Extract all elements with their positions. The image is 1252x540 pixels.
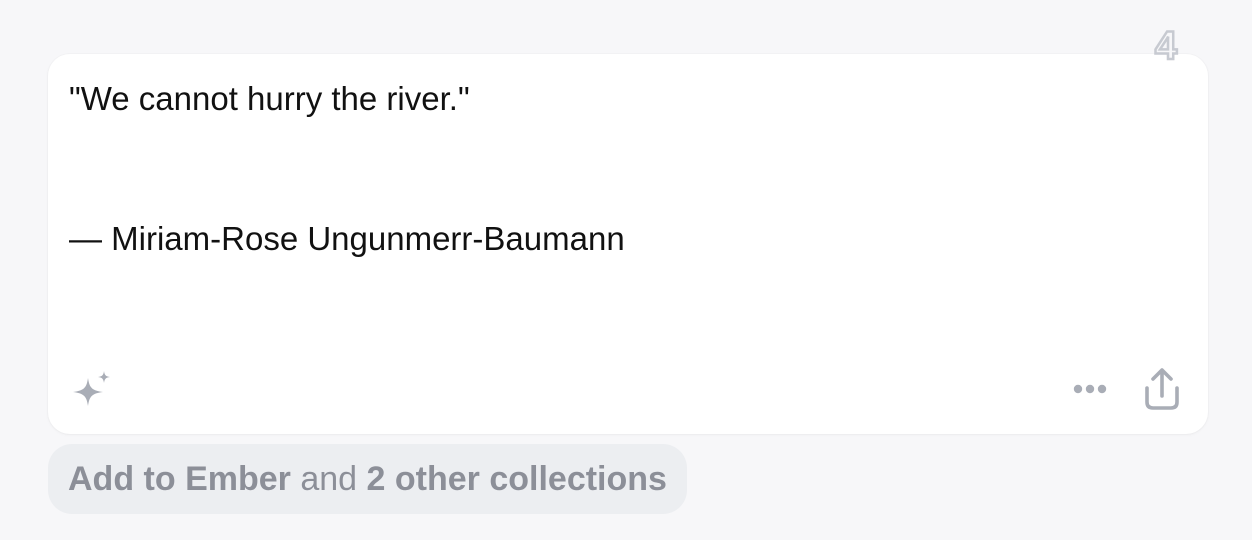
collections-button[interactable]: Add to Ember and 2 other collections <box>48 444 687 514</box>
add-to-collection-label: Add to Ember <box>68 459 291 498</box>
collections-connector: and <box>290 459 367 498</box>
other-collections-label: 2 other collections <box>366 459 667 498</box>
highlight-quote: "We cannot hurry the river." <box>69 80 470 117</box>
sparkle-icon[interactable] <box>68 368 122 416</box>
highlight-view: "We cannot hurry the river." — Miriam-Ro… <box>0 0 1252 540</box>
share-icon[interactable] <box>1142 366 1182 412</box>
more-horizontal-icon[interactable] <box>1072 374 1114 404</box>
highlight-author: — Miriam-Rose Ungunmerr-Baumann <box>69 220 625 257</box>
highlight-count-badge: 4 <box>1154 23 1179 70</box>
highlight-card[interactable]: "We cannot hurry the river." — Miriam-Ro… <box>48 54 1208 434</box>
